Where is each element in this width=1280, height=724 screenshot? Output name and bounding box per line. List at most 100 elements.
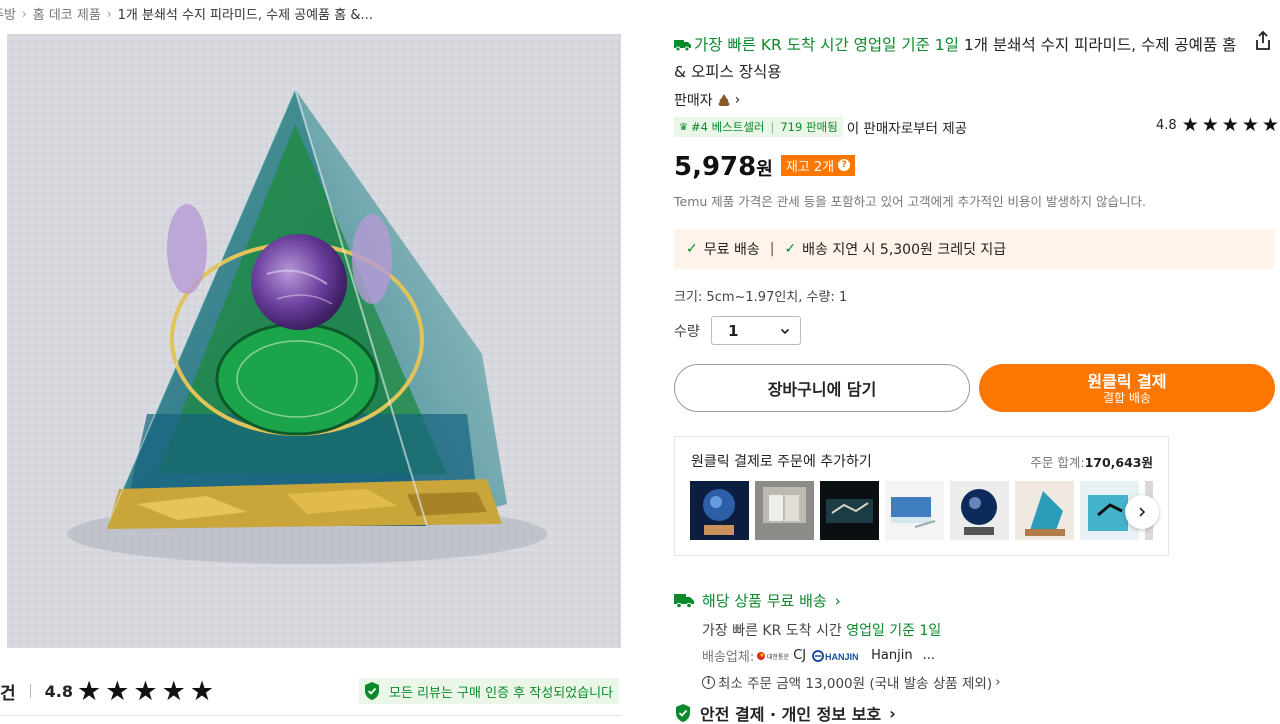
thumbnail-item[interactable] xyxy=(690,481,749,540)
price: 5,978원 xyxy=(674,152,773,182)
one-click-add-panel: 원클릭 결제로 주문에 추가하기 주문 합계:170,643원 xyxy=(674,436,1169,556)
quantity-value: 1 xyxy=(728,321,739,340)
carrier-more: ... xyxy=(922,648,936,663)
bestseller-row: ♛ #4 베스트셀러 | 719 판매됨 이 판매자로부터 제공 xyxy=(674,117,967,137)
price-unit: 원 xyxy=(756,159,773,180)
chevron-right-icon: › xyxy=(734,92,741,108)
thumbnail-item[interactable] xyxy=(885,481,944,540)
star-icon: ★ xyxy=(1201,114,1219,136)
chevron-right-icon: › xyxy=(995,674,1001,690)
fastest-arrival-value: 영업일 기준 1일 xyxy=(846,623,942,639)
chevron-right-icon: › xyxy=(889,703,896,723)
one-click-buy-button[interactable]: 원클릭 결제 결합 배송 xyxy=(979,364,1275,412)
truck-icon xyxy=(674,594,694,608)
product-title: 가장 빠른 KR 도착 시간 영업일 기준 1일 1개 분쇄석 수지 피라미드,… xyxy=(674,32,1244,86)
cj-logo-icon: 대한통운 xyxy=(757,651,790,661)
thumbnail-item[interactable] xyxy=(755,481,814,540)
carrier-hanjin-name: Hanjin xyxy=(871,648,913,663)
truck-icon xyxy=(674,40,691,51)
order-total-value: 170,643원 xyxy=(1084,455,1153,470)
chevron-down-icon xyxy=(780,328,790,334)
stock-badge[interactable]: 재고 2개 ? xyxy=(780,154,856,176)
recommended-thumbnails xyxy=(690,481,1153,540)
quantity-select[interactable]: 1 xyxy=(711,316,801,345)
product-main-image[interactable] xyxy=(7,34,621,648)
star-icon: ★ xyxy=(1241,114,1259,136)
carrier-cj-name: CJ xyxy=(793,648,807,663)
free-shipping-text: 무료 배송 xyxy=(703,242,760,258)
pyramid-photo xyxy=(7,34,621,648)
carrier-cj: 대한통운 CJ xyxy=(756,648,806,663)
free-shipping-heading: 해당 상품 무료 배송 xyxy=(702,592,827,610)
variant-summary: 크기: 5cm~1.97인치, 수량: 1 xyxy=(674,290,848,305)
breadcrumb-separator-icon: › xyxy=(106,6,112,21)
info-icon: i xyxy=(702,675,715,689)
stock-text: 재고 2개 xyxy=(785,159,835,175)
star-icon: ★ xyxy=(105,675,130,707)
review-summary: 건 4.8 ★ ★ ★ ★ ★ 모든 리뷰는 구매 인증 후 작성되었습니다 xyxy=(0,676,622,706)
order-total-label: 주문 합계: xyxy=(1030,455,1085,470)
star-icon: ★ xyxy=(1221,114,1239,136)
chevron-right-icon xyxy=(1139,507,1146,517)
carrier-label: 배송업체: xyxy=(702,650,755,665)
price-row: 5,978원 재고 2개 ? xyxy=(674,152,856,182)
minimum-order-link[interactable]: i 최소 주문 금액 13,000원 (국내 발송 상품 제외) › xyxy=(702,672,1001,692)
free-shipping-link[interactable]: 해당 상품 무료 배송 › xyxy=(674,590,841,611)
question-icon: ? xyxy=(838,159,851,171)
breadcrumb: 주방 › 홈 데코 제품 › 1개 분쇄석 수지 피라미드, 수제 공예품 홈 … xyxy=(0,4,373,24)
buy-button-label: 원클릭 결제 xyxy=(1087,371,1167,391)
hanjin-logo-icon: HANJIN xyxy=(812,649,859,662)
star-icon: ★ xyxy=(1261,114,1279,136)
divider xyxy=(29,684,31,698)
fastest-arrival: 가장 빠른 KR 도착 시간 영업일 기준 1일 xyxy=(702,620,941,640)
shipping-benefits-banner[interactable]: ✓ 무료 배송 | ✓ 배송 지연 시 5,300원 크레딧 지급 xyxy=(674,229,1274,269)
tax-note: Temu 제품 가격은 관세 등을 포함하고 있어 고객에게 추가적인 비용이 … xyxy=(674,194,1146,209)
thumbnail-next-button[interactable] xyxy=(1125,495,1159,529)
svg-text:대한통운: 대한통운 xyxy=(767,653,790,661)
breadcrumb-item-current: 1개 분쇄석 수지 피라미드, 수제 공예품 홈 &... xyxy=(117,8,373,23)
provided-by-seller: 이 판매자로부터 제공 xyxy=(846,121,968,137)
minimum-order-text: 최소 주문 금액 13,000원 (국내 발송 상품 제외) xyxy=(718,676,993,692)
order-total: 주문 합계:170,643원 xyxy=(1030,452,1153,471)
review-stars: ★ ★ ★ ★ ★ xyxy=(77,678,214,705)
add-to-cart-button[interactable]: 장바구니에 담기 xyxy=(674,364,970,412)
thumbnail-item[interactable] xyxy=(950,481,1009,540)
check-icon: ✓ xyxy=(784,241,797,257)
star-icon: ★ xyxy=(133,675,158,707)
review-count-label: 건 xyxy=(0,683,16,704)
shield-check-icon xyxy=(365,682,380,700)
breadcrumb-item-kitchen[interactable]: 주방 xyxy=(0,4,16,23)
safe-payment-text: 안전 결제 · 개인 정보 보호 xyxy=(700,705,882,724)
bestseller-badge[interactable]: ♛ #4 베스트셀러 | 719 판매됨 xyxy=(674,117,843,137)
carriers: 배송업체: 대한통운 CJ HANJIN Hanjin ... xyxy=(702,646,935,665)
check-icon: ✓ xyxy=(686,241,698,257)
one-click-title: 원클릭 결제로 주문에 추가하기 xyxy=(691,454,872,470)
bestseller-rank: #4 베스트셀러 xyxy=(690,120,765,134)
thumbnail-item[interactable] xyxy=(820,481,879,540)
thumbnail-item[interactable] xyxy=(1015,481,1074,540)
fast-shipping-promo: 가장 빠른 KR 도착 시간 영업일 기준 1일 xyxy=(674,36,959,54)
breadcrumb-item-home-decor[interactable]: 홈 데코 제품 xyxy=(33,4,101,23)
product-rating[interactable]: 4.8 ★ ★ ★ ★ ★ xyxy=(1156,116,1279,135)
svg-text:HANJIN: HANJIN xyxy=(825,652,859,662)
award-icon: ♛ xyxy=(679,121,688,133)
seller-link[interactable]: 판매자 › xyxy=(674,90,740,110)
star-icon: ★ xyxy=(161,675,186,707)
carrier-hanjin: HANJIN Hanjin xyxy=(812,648,913,663)
star-icon: ★ xyxy=(76,675,102,707)
shield-check-icon xyxy=(676,704,690,722)
star-icon: ★ xyxy=(189,675,215,707)
review-score: 4.8 xyxy=(44,681,73,701)
verified-review-text: 모든 리뷰는 구매 인증 후 작성되었습니다 xyxy=(389,685,613,701)
divider xyxy=(0,715,622,716)
fastest-arrival-label: 가장 빠른 KR 도착 시간 xyxy=(702,623,842,639)
delay-credit-text: 배송 지연 시 5,300원 크레딧 지급 xyxy=(802,242,1007,258)
buy-button-sublabel: 결합 배송 xyxy=(1103,390,1151,405)
safe-payment-link[interactable]: 안전 결제 · 개인 정보 보호 › xyxy=(674,701,896,724)
share-icon[interactable] xyxy=(1253,30,1273,52)
fast-shipping-text: 가장 빠른 KR 도착 시간 영업일 기준 1일 xyxy=(694,36,959,54)
sold-count: 719 판매됨 xyxy=(780,120,838,134)
verified-review-note: 모든 리뷰는 구매 인증 후 작성되었습니다 xyxy=(359,678,619,704)
star-icon: ★ xyxy=(1181,114,1199,136)
seller-label: 판매자 xyxy=(674,93,713,109)
